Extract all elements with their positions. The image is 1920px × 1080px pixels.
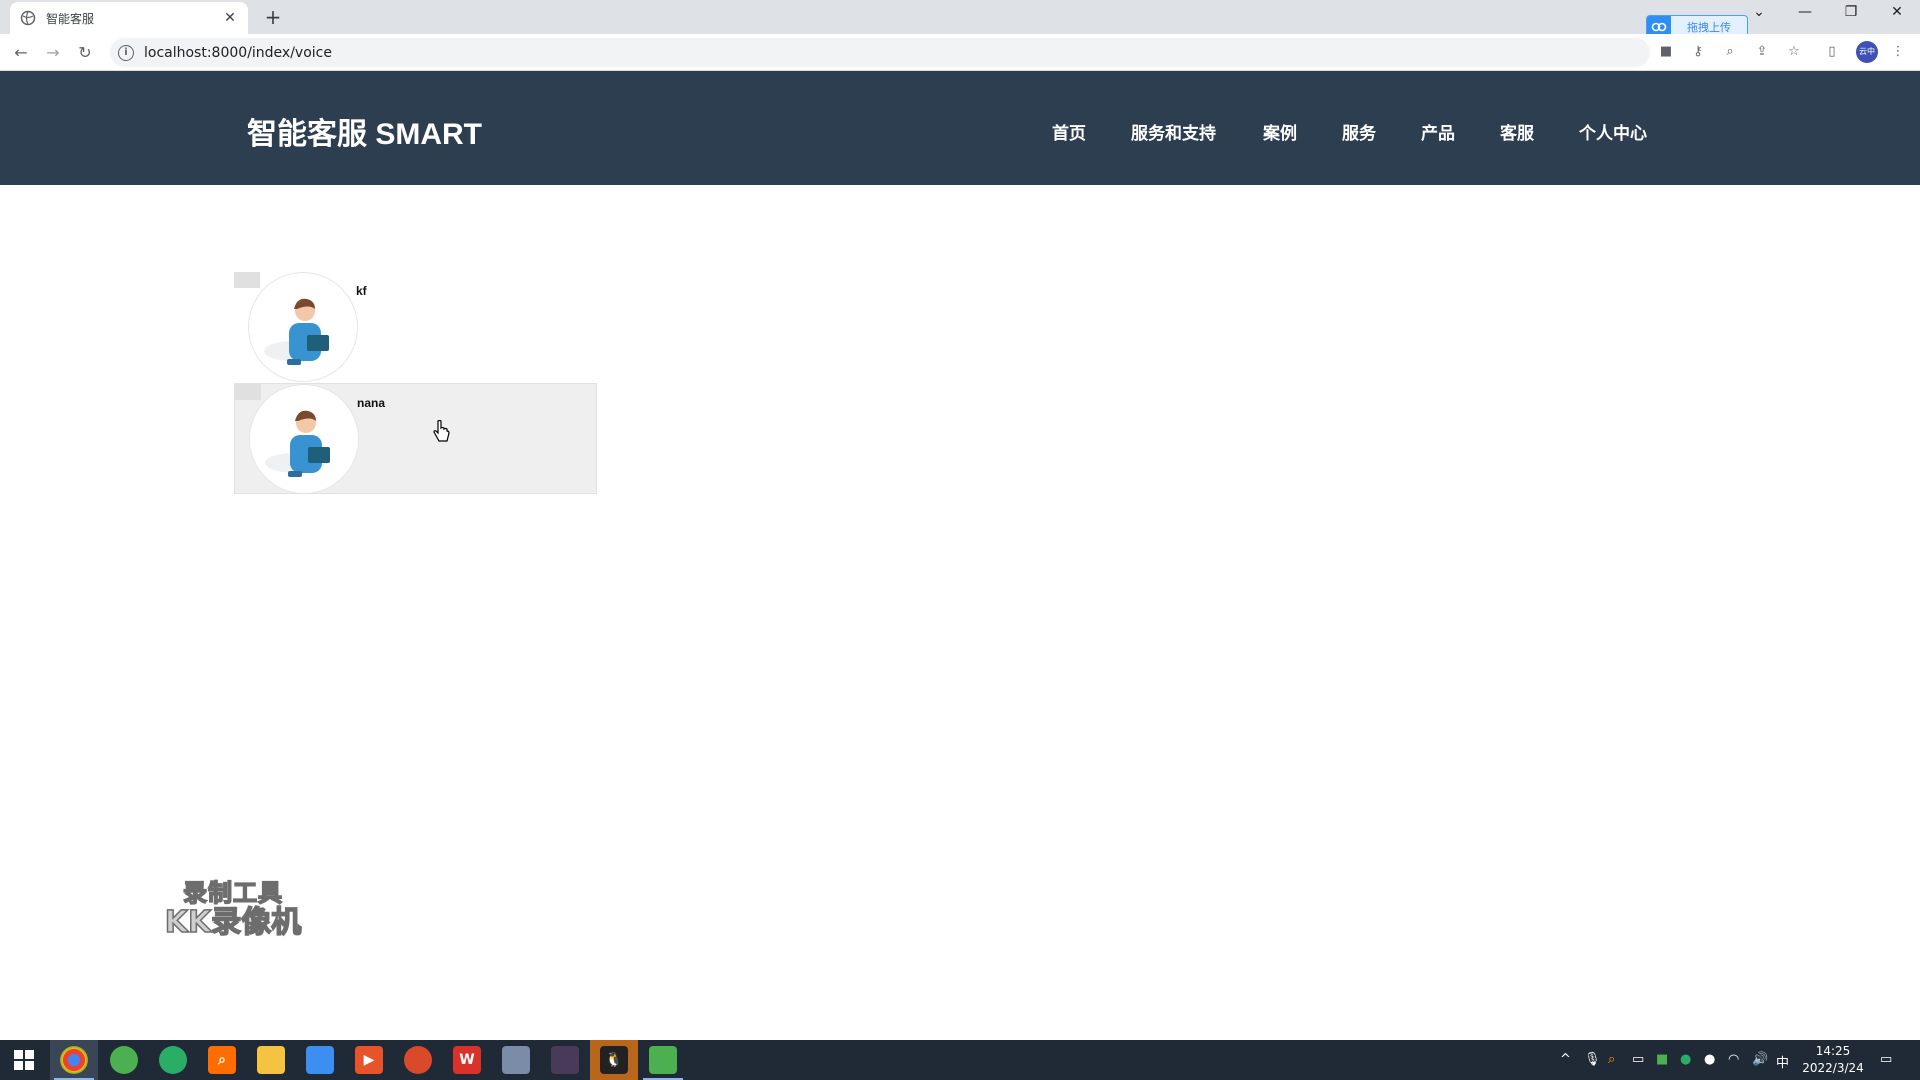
forward-icon[interactable]: →	[40, 40, 66, 66]
tray-qq-icon[interactable]: ●	[1704, 1052, 1715, 1067]
minimize-button[interactable]: —	[1790, 4, 1820, 20]
info-icon[interactable]: i	[118, 44, 134, 61]
windows-start-icon[interactable]	[14, 1050, 34, 1070]
nav-products[interactable]: 产品	[1421, 119, 1455, 144]
tray-search-icon[interactable]: ⌕	[1608, 1052, 1615, 1067]
site-header: 智能客服 SMART 首页 服务和支持 案例 服务 产品 客服 个人中心	[0, 71, 1920, 185]
notification-icon[interactable]: ▭	[1880, 1052, 1892, 1067]
file-explorer-icon[interactable]	[257, 1046, 285, 1074]
tray-expand-icon[interactable]: ^	[1560, 1052, 1571, 1067]
recorder-app-icon[interactable]	[404, 1046, 432, 1074]
upload-label: 拖拽上传	[1687, 20, 1731, 34]
contact-name: nana	[357, 396, 386, 410]
wifi-icon[interactable]: ◠	[1728, 1052, 1739, 1067]
nav-service-support[interactable]: 服务和支持	[1131, 119, 1216, 144]
reader-avatar-icon	[264, 298, 329, 365]
list-item[interactable]: nana	[234, 383, 597, 494]
tab-title: 智能客服	[46, 11, 95, 26]
avatar	[248, 272, 358, 382]
media-player-icon[interactable]: ▶	[355, 1046, 383, 1074]
status-badge	[235, 384, 261, 400]
bookmark-star-icon[interactable]: ☆	[1784, 42, 1804, 62]
reload-icon[interactable]: ↻	[72, 40, 98, 66]
volume-icon[interactable]: 🔊	[1752, 1052, 1768, 1067]
ime-indicator[interactable]: 中	[1776, 1052, 1789, 1071]
tab-close-icon[interactable]: ✕	[222, 10, 238, 26]
clock-date: 2022/3/24	[1802, 1061, 1864, 1075]
window-close-button[interactable]: ✕	[1882, 4, 1912, 20]
back-icon[interactable]: ←	[8, 40, 34, 66]
status-badge	[234, 272, 260, 288]
qq-icon[interactable]: 🐧	[600, 1046, 628, 1074]
clock-time: 14:25	[1815, 1044, 1851, 1058]
nav-customer-service[interactable]: 客服	[1500, 119, 1534, 144]
watermark-line1: 录制工具	[182, 879, 283, 907]
chrome-icon[interactable]	[60, 1046, 88, 1074]
hand-cursor-icon	[433, 420, 450, 442]
new-tab-button[interactable]: +	[260, 4, 286, 30]
microphone-icon[interactable]: 🎙	[1584, 1052, 1601, 1067]
key-icon[interactable]: ⚷	[1688, 42, 1708, 62]
list-item[interactable]: kf	[234, 272, 597, 383]
wechat-icon[interactable]	[159, 1046, 187, 1074]
contact-list: kf nana	[234, 272, 597, 494]
zoom-icon[interactable]: ⌕	[1720, 42, 1740, 62]
side-panel-icon[interactable]: ▯	[1822, 42, 1842, 62]
app-window-icon[interactable]	[502, 1046, 530, 1074]
profile-avatar[interactable]: 云中	[1856, 41, 1878, 63]
taskbar: ⌕ ▶ W 🐧 ^ 🎙 ⌕ ▭ ■ ● ● ◠ 🔊 中 14:25 2022/3…	[0, 1040, 1920, 1080]
restore-button[interactable]: ❐	[1836, 4, 1866, 20]
browser-tab-strip: 智能客服 ✕ + 拖拽上传 ⌄ — ❐ ✕	[0, 0, 1920, 38]
nav-profile[interactable]: 个人中心	[1579, 119, 1647, 144]
address-bar[interactable]: i localhost:8000/index/voice	[110, 38, 1650, 67]
browser-toolbar: ← → ↻ i localhost:8000/index/voice ■ ⚷ ⌕…	[0, 34, 1920, 71]
tray-app-icon[interactable]: ■	[1656, 1052, 1668, 1067]
tab-search-icon[interactable]: ⌄	[1744, 4, 1774, 20]
system-clock[interactable]: 14:25 2022/3/24	[1798, 1043, 1868, 1077]
wps-icon[interactable]: W	[453, 1046, 481, 1074]
camera-blocked-icon[interactable]: ■	[1656, 42, 1676, 62]
recorder-watermark: 录制工具 KK录像机	[160, 879, 306, 941]
app-game-icon[interactable]	[551, 1046, 579, 1074]
tray-wechat-icon[interactable]: ●	[1680, 1052, 1691, 1067]
share-icon[interactable]: ⇪	[1752, 42, 1772, 62]
search-app-icon[interactable]: ⌕	[208, 1046, 236, 1074]
site-brand[interactable]: 智能客服 SMART	[247, 109, 482, 153]
globe-icon	[20, 10, 36, 26]
watermark-line2: KK录像机	[164, 905, 302, 941]
nav-cases[interactable]: 案例	[1263, 119, 1297, 144]
tray-device-icon[interactable]: ▭	[1632, 1052, 1644, 1067]
nav-services[interactable]: 服务	[1342, 119, 1376, 144]
nav-home[interactable]: 首页	[1052, 119, 1086, 144]
baidu-netdisk-icon[interactable]	[306, 1046, 334, 1074]
contact-name: kf	[356, 284, 367, 298]
avatar	[249, 384, 359, 494]
reader-avatar-icon	[265, 410, 330, 477]
app-leaf-icon[interactable]	[110, 1046, 138, 1074]
menu-kebab-icon[interactable]: ⋮	[1888, 42, 1908, 62]
browser-tab[interactable]: 智能客服 ✕	[10, 2, 248, 34]
url-text: localhost:8000/index/voice	[144, 44, 332, 61]
notepad-icon[interactable]	[649, 1046, 677, 1074]
